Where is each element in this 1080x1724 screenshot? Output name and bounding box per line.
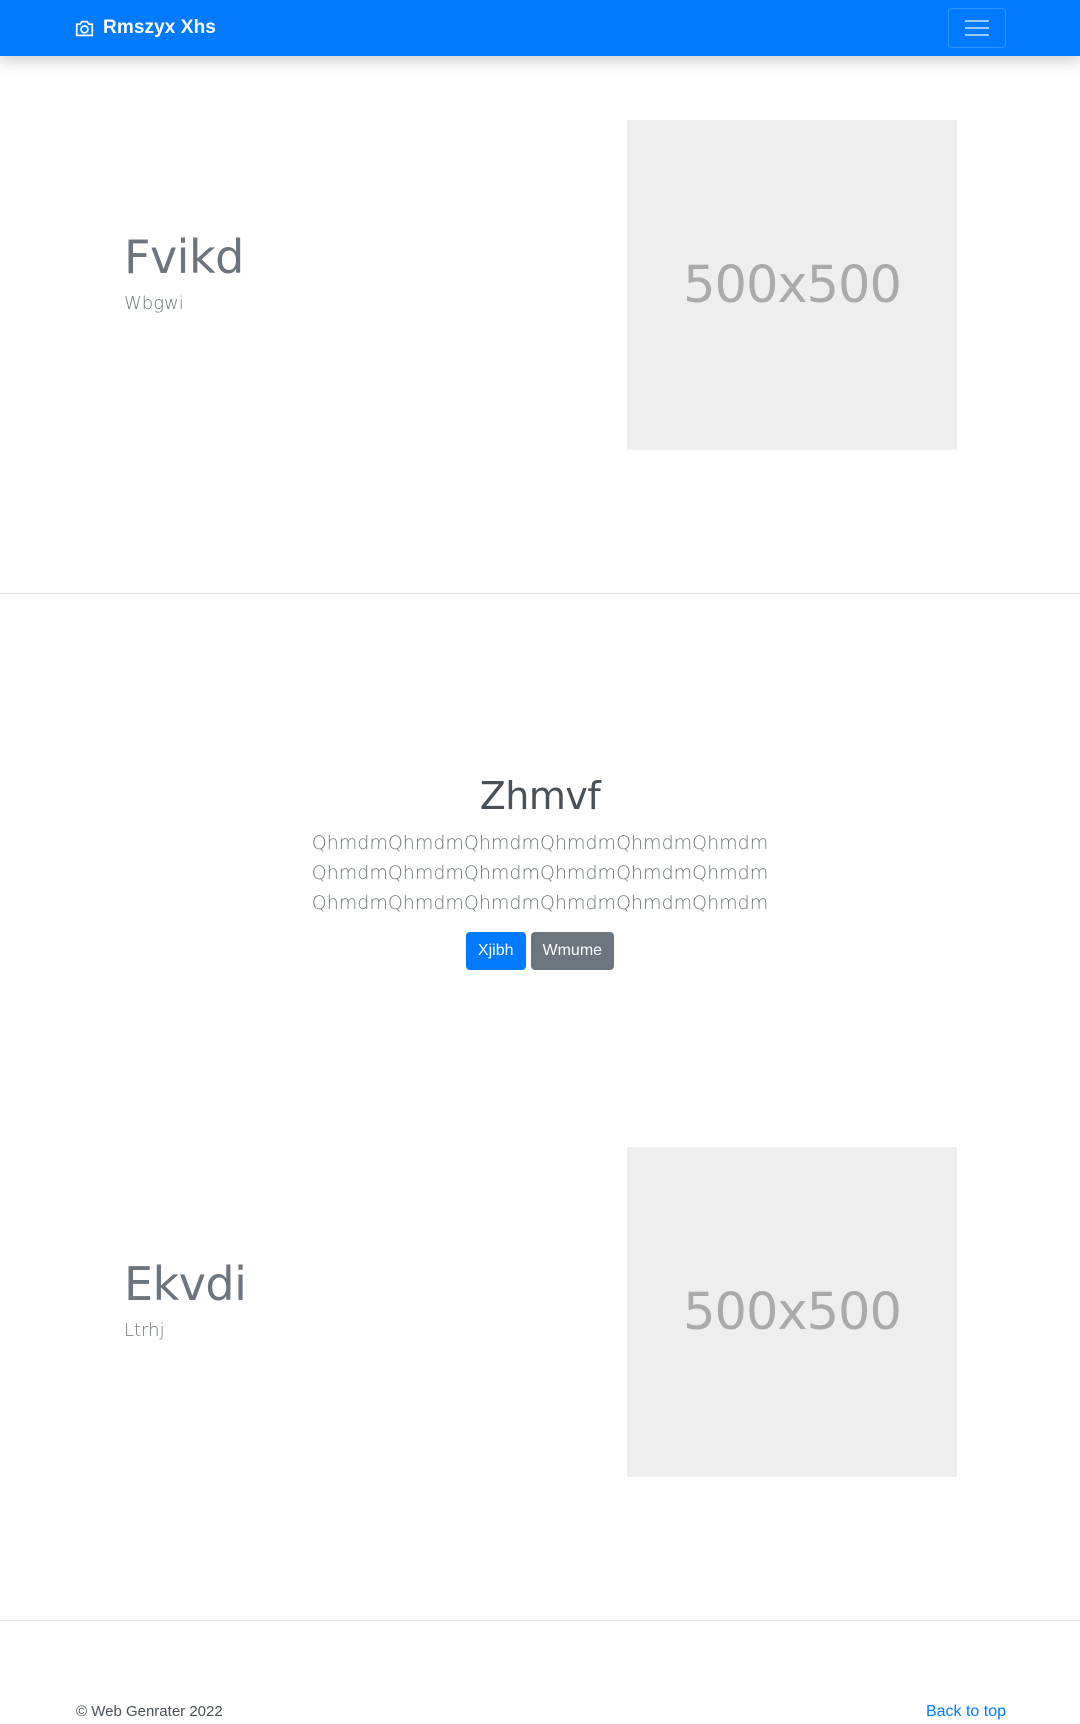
- brand-link[interactable]: Rmszyx Xhs: [74, 0, 216, 56]
- feature-section: Ekvdi Ltrhj 500x500: [0, 1087, 1080, 1621]
- hamburger-menu-icon: [965, 20, 989, 36]
- placeholder-label: 500x500: [683, 1282, 902, 1342]
- feature-heading: Fvikd: [124, 230, 244, 284]
- feature-subheading: Ltrhj: [124, 1319, 165, 1341]
- feature-subheading: Wbgwi: [124, 292, 184, 314]
- footer: © Web Genrater 2022 Back to top: [0, 1621, 1080, 1724]
- hero-lead-line: QhmdmQhmdmQhmdmQhmdmQhmdmQhmdm: [311, 892, 769, 914]
- primary-button[interactable]: Xjibh: [465, 932, 526, 970]
- feature-heading: Ekvdi: [124, 1257, 247, 1311]
- feature-section: Fvikd Wbgwi 500x500: [0, 60, 1080, 594]
- back-to-top-link[interactable]: Back to top: [926, 1703, 1006, 1721]
- feature-text: Fvikd Wbgwi: [124, 232, 244, 314]
- navbar: Rmszyx Xhs: [0, 0, 1080, 56]
- hero-lead: QhmdmQhmdmQhmdmQhmdmQhmdmQhmdm QhmdmQhmd…: [0, 828, 1080, 918]
- placeholder-image: 500x500: [627, 120, 957, 450]
- brand-name: Rmszyx Xhs: [103, 17, 216, 38]
- hero-section: Zhmvf QhmdmQhmdmQhmdmQhmdmQhmdmQhmdm Qhm…: [0, 594, 1080, 970]
- hero-buttons: Xjibh Wmume: [0, 932, 1080, 970]
- navbar-toggler-button[interactable]: [948, 8, 1006, 48]
- hero-lead-line: QhmdmQhmdmQhmdmQhmdmQhmdmQhmdm: [311, 862, 769, 884]
- placeholder-image: 500x500: [627, 1147, 957, 1477]
- hero-lead-line: QhmdmQhmdmQhmdmQhmdmQhmdmQhmdm: [311, 832, 769, 854]
- camera-icon: [75, 20, 94, 36]
- hero-title: Zhmvf: [479, 774, 601, 818]
- placeholder-label: 500x500: [683, 255, 902, 315]
- feature-text: Ekvdi Ltrhj: [124, 1257, 247, 1341]
- secondary-button[interactable]: Wmume: [530, 932, 615, 970]
- copyright-text: © Web Genrater 2022: [76, 1703, 223, 1720]
